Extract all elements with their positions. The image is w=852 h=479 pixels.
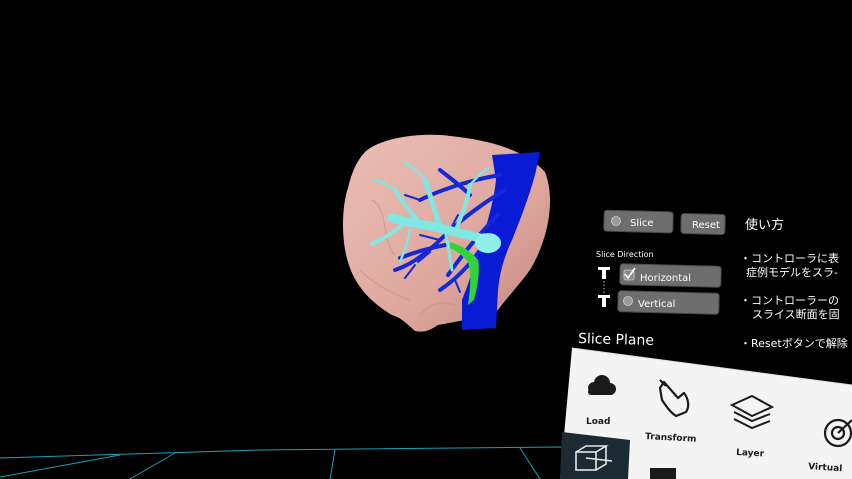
- slice-button-label: Slice: [630, 218, 654, 229]
- vertical-direction-icon: [598, 295, 610, 307]
- reset-button-label: Reset: [692, 220, 720, 231]
- slice-button[interactable]: Slice: [603, 209, 674, 234]
- help-line-5: ・Resetボタンで解除: [740, 336, 848, 350]
- help-line-2: 症例モデルをスラ-: [746, 265, 838, 279]
- help-line-1: ・コントローラに表: [740, 251, 839, 265]
- portal-vein-trunk: [475, 233, 501, 253]
- horizontal-direction-icon: [598, 267, 610, 279]
- liver-model[interactable]: [343, 134, 551, 332]
- help-panel: 使い方 ・コントローラに表 症例モデルをスラ- ・コントローラーの スライス断面…: [740, 217, 848, 350]
- next-item-icon: [650, 468, 676, 479]
- reset-button[interactable]: Reset: [680, 213, 726, 235]
- vertical-label: Vertical: [638, 299, 675, 310]
- slice-control-panel: Slice Reset Slice Direction Horizontal V…: [578, 209, 726, 349]
- help-line-4: スライス断面を固: [752, 307, 840, 321]
- help-title: 使い方: [745, 217, 784, 233]
- slice-direction-title: Slice Direction: [596, 250, 654, 259]
- load-label: Load: [586, 417, 610, 427]
- vr-scene: Slice Reset Slice Direction Horizontal V…: [0, 134, 852, 479]
- tool-menu: Load Transform Layer Virtual: [560, 347, 852, 479]
- vertical-toggle[interactable]: Vertical: [617, 290, 720, 315]
- slice-plane-title: Slice Plane: [578, 331, 654, 349]
- slice-plane-button[interactable]: [560, 432, 630, 479]
- help-line-3: ・コントローラーの: [740, 294, 839, 307]
- layer-label: Layer: [736, 448, 765, 459]
- horizontal-label: Horizontal: [640, 273, 691, 284]
- radio-icon: [623, 296, 633, 306]
- horizontal-toggle[interactable]: Horizontal: [619, 263, 722, 288]
